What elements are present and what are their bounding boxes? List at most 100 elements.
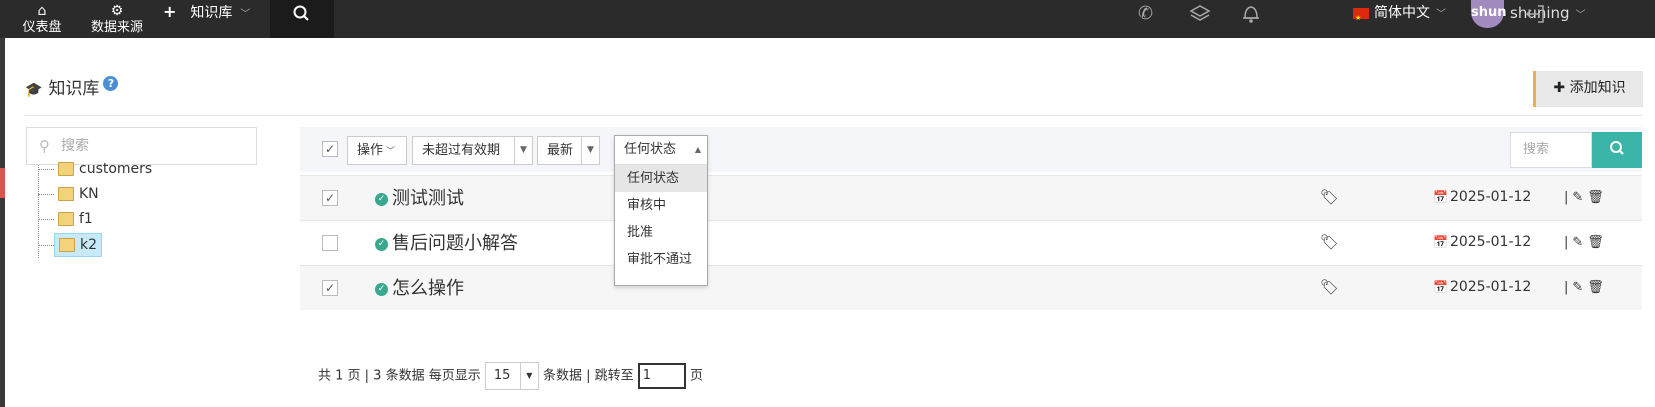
row-checkbox[interactable] <box>322 235 338 251</box>
edit-icon[interactable]: ✎ <box>1572 280 1587 295</box>
status-option-any[interactable]: 任何状态 <box>615 165 707 192</box>
nav-datasource-label: 数据来源 <box>90 20 143 35</box>
trash-icon[interactable]: 🗑 <box>1587 235 1608 250</box>
layers-icon[interactable] <box>1189 0 1211 30</box>
nav-knowledge[interactable]: + 知识库 ﹀ <box>163 0 250 38</box>
page-size-value: 15 <box>493 368 511 383</box>
tree-item-k2[interactable]: k2 <box>38 233 103 257</box>
graduation-cap-icon: 🎓 <box>25 82 43 98</box>
china-flag-icon <box>1353 5 1369 31</box>
sort-filter[interactable]: 最新 ▼ <box>537 136 600 165</box>
select-all-checkbox[interactable]: ✓ <box>322 141 338 157</box>
row-date: 2025-01-12 <box>1449 279 1532 295</box>
chevron-down-icon: ﹀ <box>1575 10 1586 21</box>
logout-icon[interactable] <box>1524 0 1546 30</box>
bell-icon[interactable] <box>1240 0 1262 30</box>
status-option-approved[interactable]: 批准 <box>615 219 707 246</box>
list-search-button[interactable] <box>1592 132 1642 168</box>
nav-knowledge-label: 知识库 <box>190 5 233 21</box>
tree-item-label: k2 <box>80 237 98 253</box>
sort-label: 最新 <box>547 143 574 158</box>
folder-icon <box>58 162 74 176</box>
language-label: 简体中文 <box>1374 5 1430 21</box>
action-label: 操作 <box>357 143 384 158</box>
nav-dashboard-label: 仪表盘 <box>22 20 62 35</box>
chevron-down-icon: ﹀ <box>386 147 396 157</box>
check-circle-icon: ✓ <box>375 237 388 251</box>
user-menu[interactable]: shuning ﹀ <box>1510 0 1586 29</box>
tree-search-placeholder: 搜索 <box>61 138 89 154</box>
plus-icon: + <box>163 2 177 21</box>
tree-item-f1[interactable]: f1 <box>38 208 93 230</box>
pagination: 共 1 页 | 3 条数据 每页显示 15 ▼ 条数据 | 跳转至 1 页 <box>318 362 703 390</box>
top-navbar: ⌂ 仪表盘 ⚙ 数据来源 + 知识库 ﹀ ✆ 简体中文 ﹀ shun shuning﹀ <box>0 0 1655 38</box>
search-icon <box>293 5 309 21</box>
action-dropdown[interactable]: 操作 ﹀ <box>347 136 407 165</box>
trash-icon[interactable]: 🗑 <box>1587 190 1608 205</box>
chevron-down-icon: ﹀ <box>240 9 251 20</box>
avatar[interactable]: shun <box>1471 0 1507 28</box>
tree-item-label: f1 <box>79 211 93 227</box>
row-date: 2025-01-12 <box>1449 234 1532 250</box>
chevron-down-icon: ﹀ <box>1436 9 1446 20</box>
table-row[interactable]: ✓ ✓ 测试测试 🏷 📅 2025-01-12 |✎🗑 <box>300 175 1642 220</box>
home-icon: ⌂ <box>37 3 47 19</box>
pager-summary: 共 1 页 | 3 条数据 每页显示 <box>318 368 481 384</box>
edit-icon[interactable]: ✎ <box>1572 235 1587 250</box>
check-circle-icon: ✓ <box>375 282 388 296</box>
page-title: 🎓 知识库? <box>25 74 119 99</box>
tree-item-customers[interactable]: customers <box>38 158 152 180</box>
nav-search-button[interactable] <box>270 0 334 38</box>
table-row[interactable]: ✓ 售后问题小解答 🏷 📅 2025-01-12 |✎🗑 <box>300 220 1642 265</box>
nav-dashboard[interactable]: ⌂ 仪表盘 <box>18 0 66 38</box>
caret-down-icon: ▼ <box>519 363 538 389</box>
row-checkbox[interactable]: ✓ <box>322 280 338 296</box>
list-search-input[interactable]: 搜索 <box>1510 132 1592 168</box>
page-size-select[interactable]: 15 ▼ <box>484 362 539 390</box>
phone-icon[interactable]: ✆ <box>1138 0 1153 30</box>
row-date: 2025-01-12 <box>1449 189 1532 205</box>
status-dropdown[interactable]: 任何状态 ▲ 任何状态 审核中 批准 审批不通过 <box>614 135 708 286</box>
calendar-icon: 📅 <box>1433 190 1448 204</box>
pager-records: 条数据 | 跳转至 <box>543 368 634 384</box>
nav-datasource[interactable]: ⚙ 数据来源 <box>86 0 148 38</box>
cogs-icon: ⚙ <box>110 3 124 19</box>
table-row[interactable]: ✓ ✓ 怎么操作 🏷 📅 2025-01-12 |✎🗑 <box>300 265 1642 310</box>
language-selector[interactable]: 简体中文 ﹀ <box>1353 0 1446 31</box>
calendar-icon: 📅 <box>1433 280 1448 294</box>
plus-icon: ✚ <box>1553 80 1566 96</box>
tree-item-label: customers <box>79 161 153 177</box>
tree-item-kn[interactable]: KN <box>38 183 99 205</box>
tags-icon[interactable]: 🏷 <box>1320 266 1339 309</box>
list-toolbar: ✓ 操作 ﹀ 未超过有效期 ▼ 最新 ▼ <box>300 127 1642 172</box>
title-divider <box>25 115 1642 116</box>
folder-icon <box>58 212 74 226</box>
add-knowledge-button[interactable]: ✚ 添加知识 <box>1533 71 1643 107</box>
validity-label: 未超过有效期 <box>422 143 501 158</box>
folder-icon <box>58 187 74 201</box>
row-title[interactable]: 怎么操作 <box>392 278 464 299</box>
folder-icon <box>59 238 75 252</box>
status-option-rejected[interactable]: 审批不通过 <box>615 246 707 273</box>
pager-page-unit: 页 <box>689 368 703 384</box>
status-dropdown-toggle[interactable]: 任何状态 ▲ <box>615 136 707 165</box>
edit-icon[interactable]: ✎ <box>1572 190 1587 205</box>
search-icon <box>1610 141 1624 155</box>
caret-down-icon: ▼ <box>514 137 532 164</box>
row-title[interactable]: 测试测试 <box>392 188 464 209</box>
row-title[interactable]: 售后问题小解答 <box>392 233 518 254</box>
tags-icon[interactable]: 🏷 <box>1320 176 1339 219</box>
caret-up-icon: ▲ <box>694 145 701 154</box>
status-selected: 任何状态 <box>624 142 677 157</box>
add-knowledge-label: 添加知识 <box>1569 80 1626 96</box>
help-icon[interactable]: ? <box>103 76 119 92</box>
calendar-icon: 📅 <box>1433 235 1448 249</box>
tags-icon[interactable]: 🏷 <box>1320 221 1339 264</box>
status-option-reviewing[interactable]: 审核中 <box>615 192 707 219</box>
tree-item-label: KN <box>79 186 99 202</box>
list-search-placeholder: 搜索 <box>1523 142 1550 157</box>
row-checkbox[interactable]: ✓ <box>322 190 338 206</box>
validity-filter[interactable]: 未超过有效期 ▼ <box>412 136 533 165</box>
jump-page-input[interactable]: 1 <box>637 363 686 389</box>
trash-icon[interactable]: 🗑 <box>1587 280 1608 295</box>
